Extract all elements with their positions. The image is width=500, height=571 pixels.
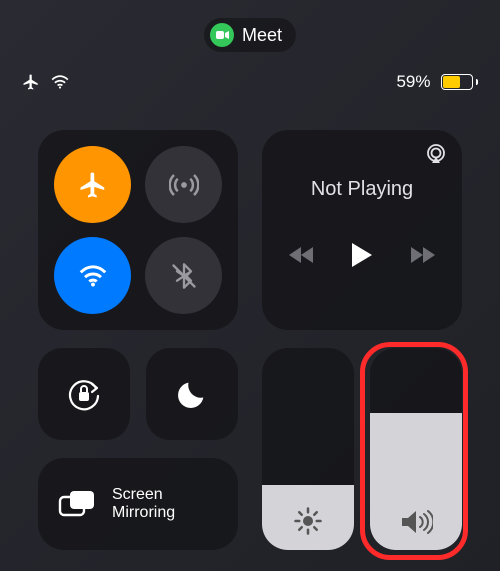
camera-in-use-icon xyxy=(210,23,234,47)
battery-icon xyxy=(441,74,479,90)
brightness-slider[interactable] xyxy=(262,348,354,550)
now-playing-card[interactable]: Not Playing xyxy=(262,130,462,330)
now-playing-title: Not Playing xyxy=(311,178,413,201)
orientation-lock-toggle[interactable] xyxy=(38,348,130,440)
wifi-toggle[interactable] xyxy=(54,237,131,314)
brightness-icon xyxy=(262,506,354,536)
screen-mirroring-button[interactable]: ScreenMirroring xyxy=(38,458,238,550)
previous-track-button[interactable] xyxy=(289,245,315,265)
airplane-status-icon xyxy=(22,73,40,91)
airplane-mode-toggle[interactable] xyxy=(54,146,131,223)
control-center-panel: Not Playing xyxy=(38,130,462,571)
screen-mirroring-icon xyxy=(58,489,96,519)
active-app-pill[interactable]: Meet xyxy=(204,18,296,52)
bluetooth-toggle[interactable] xyxy=(145,237,222,314)
cellular-data-toggle[interactable] xyxy=(145,146,222,223)
airplay-icon xyxy=(424,142,448,166)
bluetooth-off-icon xyxy=(170,262,198,290)
moon-icon xyxy=(175,377,209,411)
volume-slider[interactable] xyxy=(370,348,462,550)
cellular-icon xyxy=(169,170,199,200)
wifi-icon xyxy=(78,265,108,287)
battery-percent: 59% xyxy=(396,72,430,92)
airplane-icon xyxy=(78,170,108,200)
next-track-button[interactable] xyxy=(409,245,435,265)
play-button[interactable] xyxy=(349,241,375,269)
do-not-disturb-toggle[interactable] xyxy=(146,348,238,440)
active-app-label: Meet xyxy=(242,25,282,46)
wifi-status-icon xyxy=(50,75,70,89)
speaker-icon xyxy=(370,508,462,536)
status-bar: 59% xyxy=(0,70,500,94)
connectivity-group[interactable] xyxy=(38,130,238,330)
orientation-lock-icon xyxy=(64,374,104,414)
screen-mirroring-label: ScreenMirroring xyxy=(112,486,175,523)
